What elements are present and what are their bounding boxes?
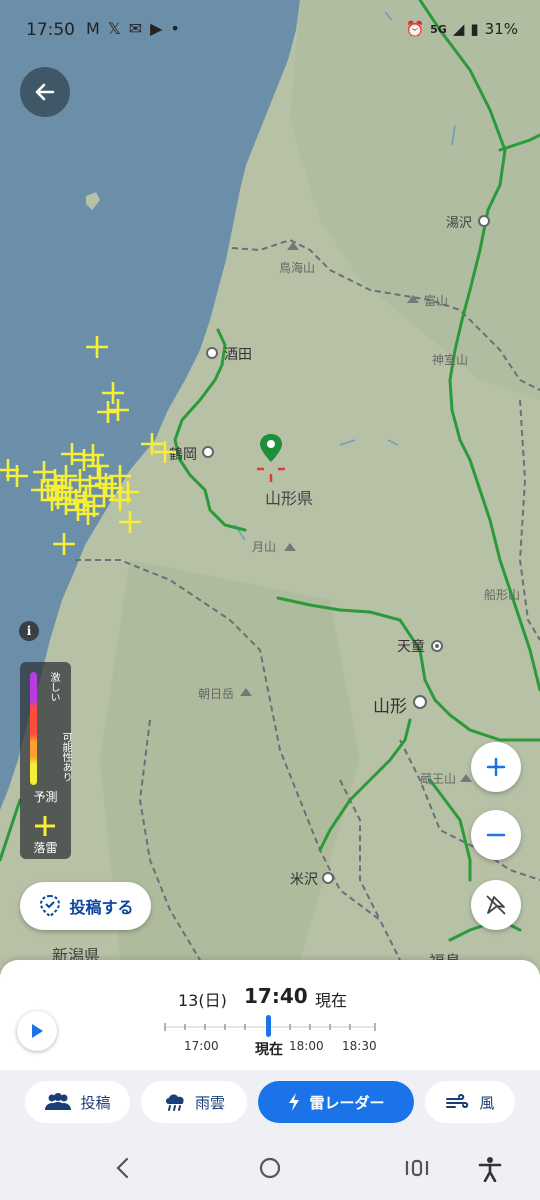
legend-intensity-bar [30,672,37,785]
current-location-button[interactable] [471,880,521,930]
lightning-strike-mark [55,465,77,487]
info-button[interactable]: i [19,621,39,641]
tab-rain-cloud[interactable]: 雨雲 [141,1081,247,1123]
time-label: 17:40 [244,984,308,1008]
youtube-icon: ▶ [150,19,171,38]
status-right: ⏰ 5G ◢ ▮ 31% [405,20,518,38]
tick-1800: 18:00 [289,1039,324,1053]
location-pin-icon [257,434,285,482]
dot-icon: • [170,19,188,38]
navigation-arrow-icon [486,895,506,915]
lightning-strike-mark [119,511,141,533]
status-time: 17:50 [26,20,75,40]
alarm-icon: ⏰ [405,20,425,38]
plus-icon [486,757,506,777]
lightning-legend: 激しい 可能性あり 予測 落雷 [20,662,71,859]
lightning-strike-mark [61,443,83,465]
map-view[interactable]: 湯沢 鳥海山 富山 酒田 神室山 鶴岡 山形県 月山 船形山 天童 朝日岳 山形… [0,0,540,975]
now-label: 現在 [315,991,348,1010]
strike-cross-icon [35,816,55,836]
people-icon [45,1093,72,1110]
post-button[interactable]: 投稿する [20,882,151,930]
x-icon: 𝕏 [107,19,129,38]
wind-icon [446,1093,469,1109]
zoom-out-button[interactable] [471,810,521,860]
post-pin-icon [40,894,61,918]
legend-strike-label: 落雷 [33,841,58,855]
tab-rain-label: 雨雲 [194,1093,225,1112]
network-label: 5G [430,22,447,36]
lightning-strike-mark [102,382,124,404]
back-arrow-icon [35,83,55,101]
legend-forecast-label: 予測 [33,790,58,804]
mail-icon: ✉ [128,19,151,38]
date-label: 13(日) [178,991,227,1010]
lightning-strike-mark [97,401,119,423]
status-notification-icons: M𝕏✉▶• [86,19,188,38]
lightning-strike-mark [53,533,75,555]
lightning-strike-mark [107,399,129,421]
tab-wind[interactable]: 風 [425,1081,515,1123]
legend-strong-label: 激しい [48,672,59,702]
tick-1830: 18:30 [342,1039,377,1053]
status-bar: 17:50 M𝕏✉▶• ⏰ 5G ◢ ▮ 31% [0,0,540,60]
signal-icon: ◢ [452,20,465,38]
gmail-icon: M [86,19,108,38]
back-button[interactable] [20,67,70,117]
tab-thunder-radar[interactable]: 雷レーダー [258,1081,414,1123]
tick-1700: 17:00 [184,1039,219,1053]
battery-icon: ▮ [470,20,479,38]
timeline-handle[interactable] [266,1015,271,1037]
lightning-strike-mark [86,336,108,358]
lightning-icon [289,1093,300,1111]
tab-bar: 投稿 雨雲 雷レーダー 風 [0,1070,540,1136]
play-button[interactable] [17,1011,57,1051]
tab-post[interactable]: 投稿 [25,1081,130,1123]
tick-now: 現在 [255,1042,283,1058]
post-button-label: 投稿する [69,898,134,917]
tab-post-label: 投稿 [80,1093,111,1112]
nav-home-icon[interactable] [258,1156,282,1180]
accessibility-icon[interactable] [477,1156,503,1182]
tab-thunder-label: 雷レーダー [309,1093,385,1112]
nav-back-icon[interactable] [114,1156,132,1180]
timeline-slider[interactable] [160,1012,380,1042]
system-nav-bar [0,1136,540,1200]
rain-cloud-icon [165,1094,184,1111]
battery-level: 31% [484,20,518,38]
minus-icon [486,833,506,837]
tab-wind-label: 風 [479,1093,495,1112]
zoom-in-button[interactable] [471,742,521,792]
play-icon [32,1024,43,1038]
legend-possible-label: 可能性あり [60,732,71,782]
nav-recent-apps-icon[interactable] [404,1156,430,1180]
timeline-sheet: 13(日) 17:40 現在 17:00 現在 18:00 18:30 [0,960,540,1070]
